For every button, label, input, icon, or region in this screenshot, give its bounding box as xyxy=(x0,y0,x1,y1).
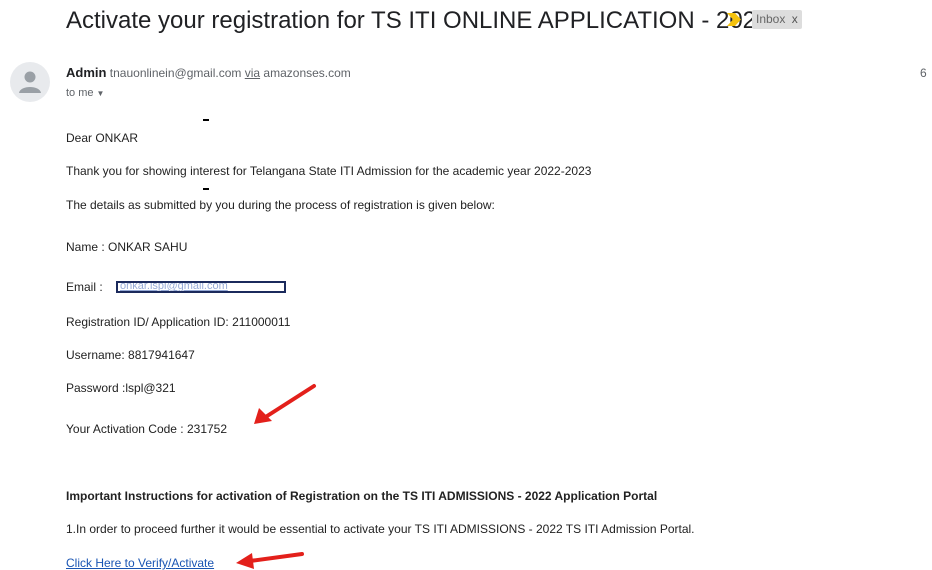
via-label[interactable]: via xyxy=(245,66,260,80)
remove-label-button[interactable]: x xyxy=(792,12,798,26)
stray-mark xyxy=(203,119,209,121)
person-icon xyxy=(19,71,41,93)
email-link[interactable]: onkar.lspl@gmail.com xyxy=(120,283,228,291)
email-date: 6 xyxy=(920,66,927,80)
email-subject: Activate your registration for TS ITI ON… xyxy=(66,7,770,34)
importance-marker-icon[interactable] xyxy=(727,13,741,26)
details-intro-text: The details as submitted by you during t… xyxy=(66,198,495,212)
inbox-label-text: Inbox xyxy=(756,12,786,26)
via-domain: amazonses.com xyxy=(263,66,351,80)
recipient-line[interactable]: to me ▼ xyxy=(66,87,104,99)
intro-text: Thank you for showing interest for Telan… xyxy=(66,164,592,178)
recipient-text: to me xyxy=(66,87,94,99)
chevron-down-icon[interactable]: ▼ xyxy=(97,89,105,98)
instructions-heading: Important Instructions for activation of… xyxy=(66,489,658,503)
sender-name[interactable]: Admin xyxy=(66,65,106,80)
email-line: Email : xyxy=(66,280,103,294)
username-line: Username: 8817941647 xyxy=(66,348,195,362)
sender-avatar xyxy=(10,62,50,102)
greeting-text: Dear ONKAR xyxy=(66,131,139,145)
annotation-arrow-icon xyxy=(254,384,316,424)
redacted-email-box: onkar.lspl@gmail.com xyxy=(116,281,286,293)
annotation-arrow-icon xyxy=(236,552,304,569)
inbox-label-badge: Inbox x xyxy=(752,10,802,29)
activation-code-line: Your Activation Code : 231752 xyxy=(66,422,228,436)
verify-activate-link[interactable]: Click Here to Verify/Activate xyxy=(66,556,214,570)
password-line: Password :lspl@321 xyxy=(66,381,176,395)
registration-id-line: Registration ID/ Application ID: 2110000… xyxy=(66,315,291,329)
name-line: Name : ONKAR SAHU xyxy=(66,240,188,254)
email-label: Email : xyxy=(66,280,103,294)
sender-address: tnauonlinein@gmail.com xyxy=(109,66,242,80)
instruction-item: 1.In order to proceed further it would b… xyxy=(66,522,695,536)
sender-line: Admin tnauonlinein@gmail.com via amazons… xyxy=(66,65,351,80)
stray-mark xyxy=(203,188,209,190)
